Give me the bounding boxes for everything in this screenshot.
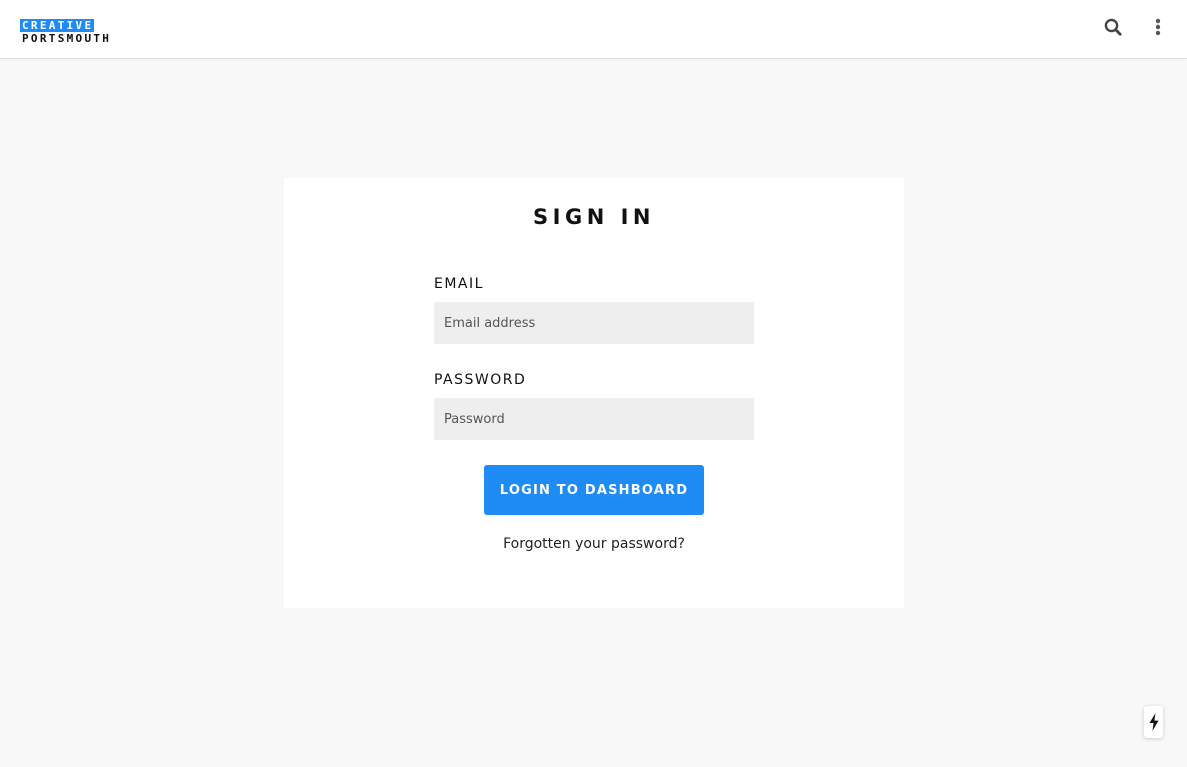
more-vertical-icon [1155, 18, 1161, 36]
top-bar: CREATIVE PORTSMOUTH [0, 0, 1187, 59]
creative-portsmouth-logo[interactable]: CREATIVE PORTSMOUTH [20, 17, 111, 45]
search-icon [1104, 18, 1122, 36]
forgot-password-link[interactable]: Forgotten your password? [284, 536, 904, 552]
logo-line-creative: CREATIVE [20, 19, 95, 32]
more-options-button[interactable] [1146, 15, 1170, 39]
password-field[interactable] [434, 398, 754, 440]
login-button[interactable]: LOGIN TO DASHBOARD [484, 465, 704, 515]
password-label: PASSWORD [434, 372, 527, 388]
page-title: SIGN IN [533, 205, 655, 229]
quick-action-button[interactable] [1144, 706, 1163, 738]
email-label: EMAIL [434, 276, 484, 292]
search-button[interactable] [1101, 15, 1125, 39]
email-field[interactable] [434, 302, 754, 344]
logo-line-portsmouth: PORTSMOUTH [22, 32, 112, 45]
lightning-bolt-icon [1149, 713, 1158, 731]
